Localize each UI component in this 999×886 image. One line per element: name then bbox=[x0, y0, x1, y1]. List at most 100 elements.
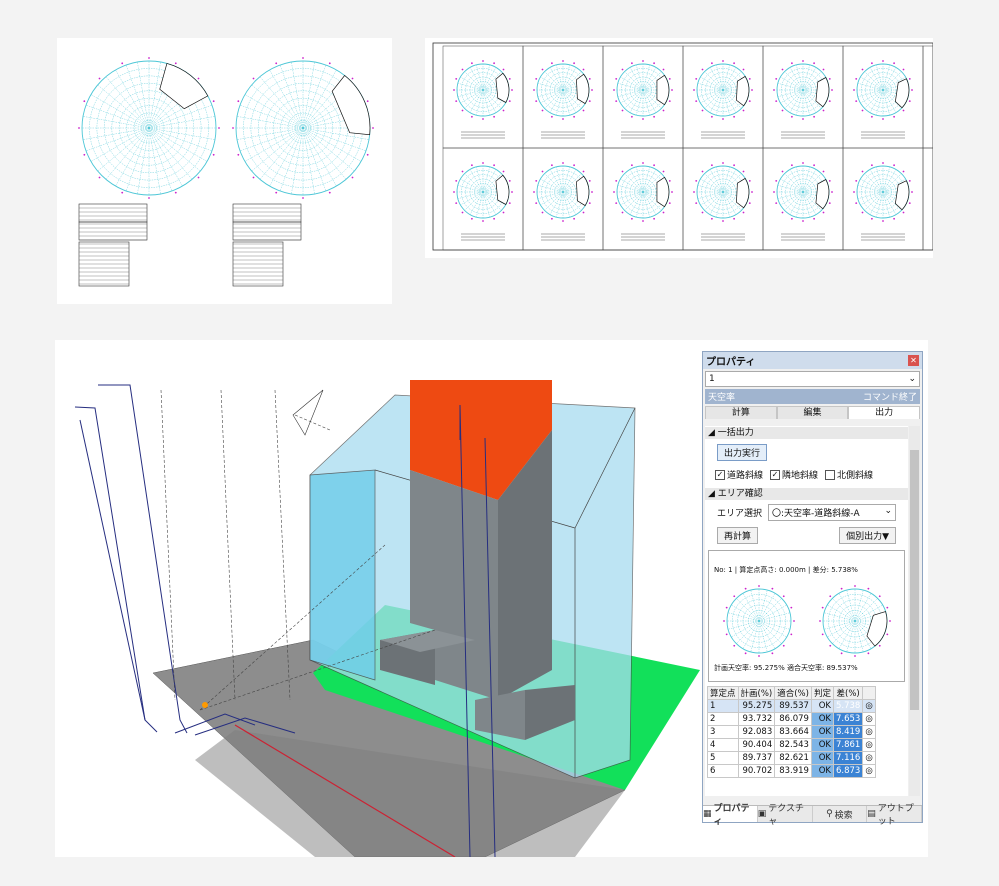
mode-bar: 天空率 コマンド終了 bbox=[705, 389, 920, 404]
sky-factor-circle-left bbox=[78, 57, 220, 199]
cell-diff: 6.873 bbox=[832, 764, 864, 778]
mode-label: 天空率 bbox=[708, 393, 736, 403]
sky-factor-mini-circle bbox=[853, 60, 913, 120]
tab-calc[interactable]: 計算 bbox=[705, 406, 777, 419]
footer-tab-properties-label: プロパティ bbox=[713, 804, 750, 827]
cell-fit: 83.919 bbox=[774, 764, 812, 778]
cell-fit: 82.621 bbox=[774, 751, 812, 765]
cell-pt: 1 bbox=[707, 699, 739, 713]
property-panel: プロパティ ✕ 1 ⌄ 天空率 コマンド終了 計算 編集 出力 ◢ 一括出力 出… bbox=[702, 351, 923, 827]
col-header: 差(%) bbox=[832, 686, 864, 700]
table-row[interactable]: 6 90.702 83.919 OK 6.873 ◎ bbox=[707, 764, 876, 778]
checkbox-road-slant-label: 道路斜線 bbox=[727, 471, 764, 481]
sky-factor-mini-circle bbox=[533, 162, 593, 222]
cell-diff: 8.419 bbox=[832, 725, 864, 739]
property-panel-title: プロパティ bbox=[706, 357, 756, 368]
tab-output[interactable]: 出力 bbox=[848, 406, 921, 419]
property-panel-titlebar: プロパティ ✕ bbox=[703, 352, 922, 369]
end-command-button[interactable]: コマンド終了 bbox=[863, 390, 917, 403]
table-row[interactable]: 4 90.404 82.543 OK 7.861 ◎ bbox=[707, 738, 876, 752]
empty-check-icon bbox=[825, 469, 836, 480]
view-icon[interactable]: ◎ bbox=[862, 738, 876, 752]
cell-judge: OK bbox=[810, 764, 834, 778]
sky-factor-mini-circle bbox=[773, 60, 833, 120]
sky-factor-preview: No: 1 | 算定点高さ: 0.000m | 差分: 5.738% 計画天空率… bbox=[708, 550, 905, 682]
section-batch-output[interactable]: ◢ 一括出力 bbox=[705, 427, 908, 439]
chevron-down-icon: ⌄ bbox=[908, 374, 916, 384]
sky-factor-mini-circle bbox=[533, 60, 593, 120]
view-icon[interactable]: ◎ bbox=[862, 751, 876, 765]
chevron-down-icon: ⌄ bbox=[884, 506, 892, 516]
sky-factor-mini-circle bbox=[613, 60, 673, 120]
view-icon[interactable]: ◎ bbox=[862, 764, 876, 778]
sky-factor-report-sheet-b bbox=[425, 38, 933, 258]
property-body: ◢ 一括出力 出力実行 ✓ 道路斜線 ✓ 隣地斜線 北側斜線 ◢ エリア確認 エリア… bbox=[705, 426, 908, 796]
run-output-button[interactable]: 出力実行 bbox=[717, 444, 768, 461]
cell-plan: 90.404 bbox=[737, 738, 776, 752]
cell-plan: 92.083 bbox=[737, 725, 776, 739]
sky-factor-mini-circle bbox=[853, 162, 913, 222]
cell-plan: 90.702 bbox=[737, 764, 776, 778]
area-select-label: エリア選択 bbox=[717, 509, 763, 519]
table-row[interactable]: 1 95.275 89.537 OK 5.738 ◎ bbox=[707, 699, 876, 713]
cell-judge: OK bbox=[810, 725, 834, 739]
area-select[interactable]: 〇:天空率-道路斜線-A ⌄ bbox=[768, 504, 896, 521]
calc-point-marker[interactable] bbox=[202, 702, 208, 708]
sky-factor-mini-circle bbox=[693, 60, 753, 120]
sky-factor-mini-circle bbox=[453, 162, 513, 222]
cell-diff: 7.861 bbox=[832, 738, 864, 752]
report-tables bbox=[78, 203, 302, 287]
checkbox-north-slant-label: 北側斜線 bbox=[837, 471, 874, 481]
individual-output-button[interactable]: 個別出力▼ bbox=[839, 527, 896, 544]
properties-icon: ▦ bbox=[703, 809, 712, 819]
texture-icon: ▣ bbox=[757, 809, 767, 819]
cell-judge: OK bbox=[810, 738, 834, 752]
scrollbar[interactable] bbox=[909, 426, 920, 796]
view-icon[interactable]: ◎ bbox=[862, 712, 876, 726]
table-row[interactable]: 5 89.737 82.621 OK 7.116 ◎ bbox=[707, 751, 876, 765]
cell-plan: 95.275 bbox=[737, 699, 776, 713]
cell-pt: 4 bbox=[707, 738, 739, 752]
cell-pt: 2 bbox=[707, 712, 739, 726]
section-batch-output-label: 一括出力 bbox=[717, 428, 754, 438]
cell-judge: OK bbox=[810, 699, 834, 713]
close-icon[interactable]: ✕ bbox=[908, 355, 919, 366]
footer-tab-output[interactable]: ▤ アウトプット bbox=[867, 804, 922, 827]
sky-factor-mini-circle bbox=[613, 162, 673, 222]
cell-pt: 3 bbox=[707, 725, 739, 739]
cell-plan: 89.737 bbox=[737, 751, 776, 765]
cell-diff: 5.738 bbox=[832, 699, 864, 713]
footer-tab-properties[interactable]: ▦ プロパティ bbox=[703, 804, 758, 827]
view-icon[interactable]: ◎ bbox=[862, 725, 876, 739]
cell-fit: 82.543 bbox=[774, 738, 812, 752]
col-header: 算定点 bbox=[707, 686, 739, 700]
recalc-button[interactable]: 再計算 bbox=[717, 527, 759, 544]
footer-tab-texture[interactable]: ▣ テクスチャ bbox=[757, 804, 813, 827]
col-header-icon bbox=[862, 686, 876, 700]
section-area-check[interactable]: ◢ エリア確認 bbox=[705, 488, 908, 500]
checkbox-adjacent-slant[interactable]: ✓ 隣地斜線 bbox=[770, 468, 818, 481]
checkbox-adjacent-slant-label: 隣地斜線 bbox=[782, 471, 819, 481]
checkbox-road-slant[interactable]: ✓ 道路斜線 bbox=[715, 468, 763, 481]
preview-footer: 計画天空率: 95.275% 適合天空率: 89.537% bbox=[714, 664, 858, 672]
cell-pt: 6 bbox=[707, 764, 739, 778]
footer-tab-search[interactable]: ⚲ 検索 bbox=[813, 806, 868, 822]
cell-judge: OK bbox=[810, 712, 834, 726]
section-area-check-label: エリア確認 bbox=[717, 489, 763, 499]
table-row[interactable]: 3 92.083 83.664 OK 8.419 ◎ bbox=[707, 725, 876, 739]
scrollbar-thumb[interactable] bbox=[910, 450, 919, 710]
table-row[interactable]: 2 93.732 86.079 OK 7.653 ◎ bbox=[707, 712, 876, 726]
footer-tab-search-label: 検索 bbox=[834, 810, 853, 821]
check-icon: ✓ bbox=[770, 469, 781, 480]
sky-factor-sheet-a-drawing bbox=[78, 57, 374, 287]
cell-judge: OK bbox=[810, 751, 834, 765]
checkbox-north-slant[interactable]: 北側斜線 bbox=[825, 468, 873, 481]
cell-diff: 7.653 bbox=[832, 712, 864, 726]
view-icon[interactable]: ◎ bbox=[862, 699, 876, 713]
property-tabs: 計算 編集 出力 bbox=[705, 406, 921, 419]
tab-edit[interactable]: 編集 bbox=[776, 406, 849, 419]
col-header: 判定 bbox=[810, 686, 834, 700]
col-header: 計画(%) bbox=[737, 686, 776, 700]
cell-fit: 89.537 bbox=[774, 699, 812, 713]
object-select[interactable]: 1 ⌄ bbox=[705, 371, 920, 387]
